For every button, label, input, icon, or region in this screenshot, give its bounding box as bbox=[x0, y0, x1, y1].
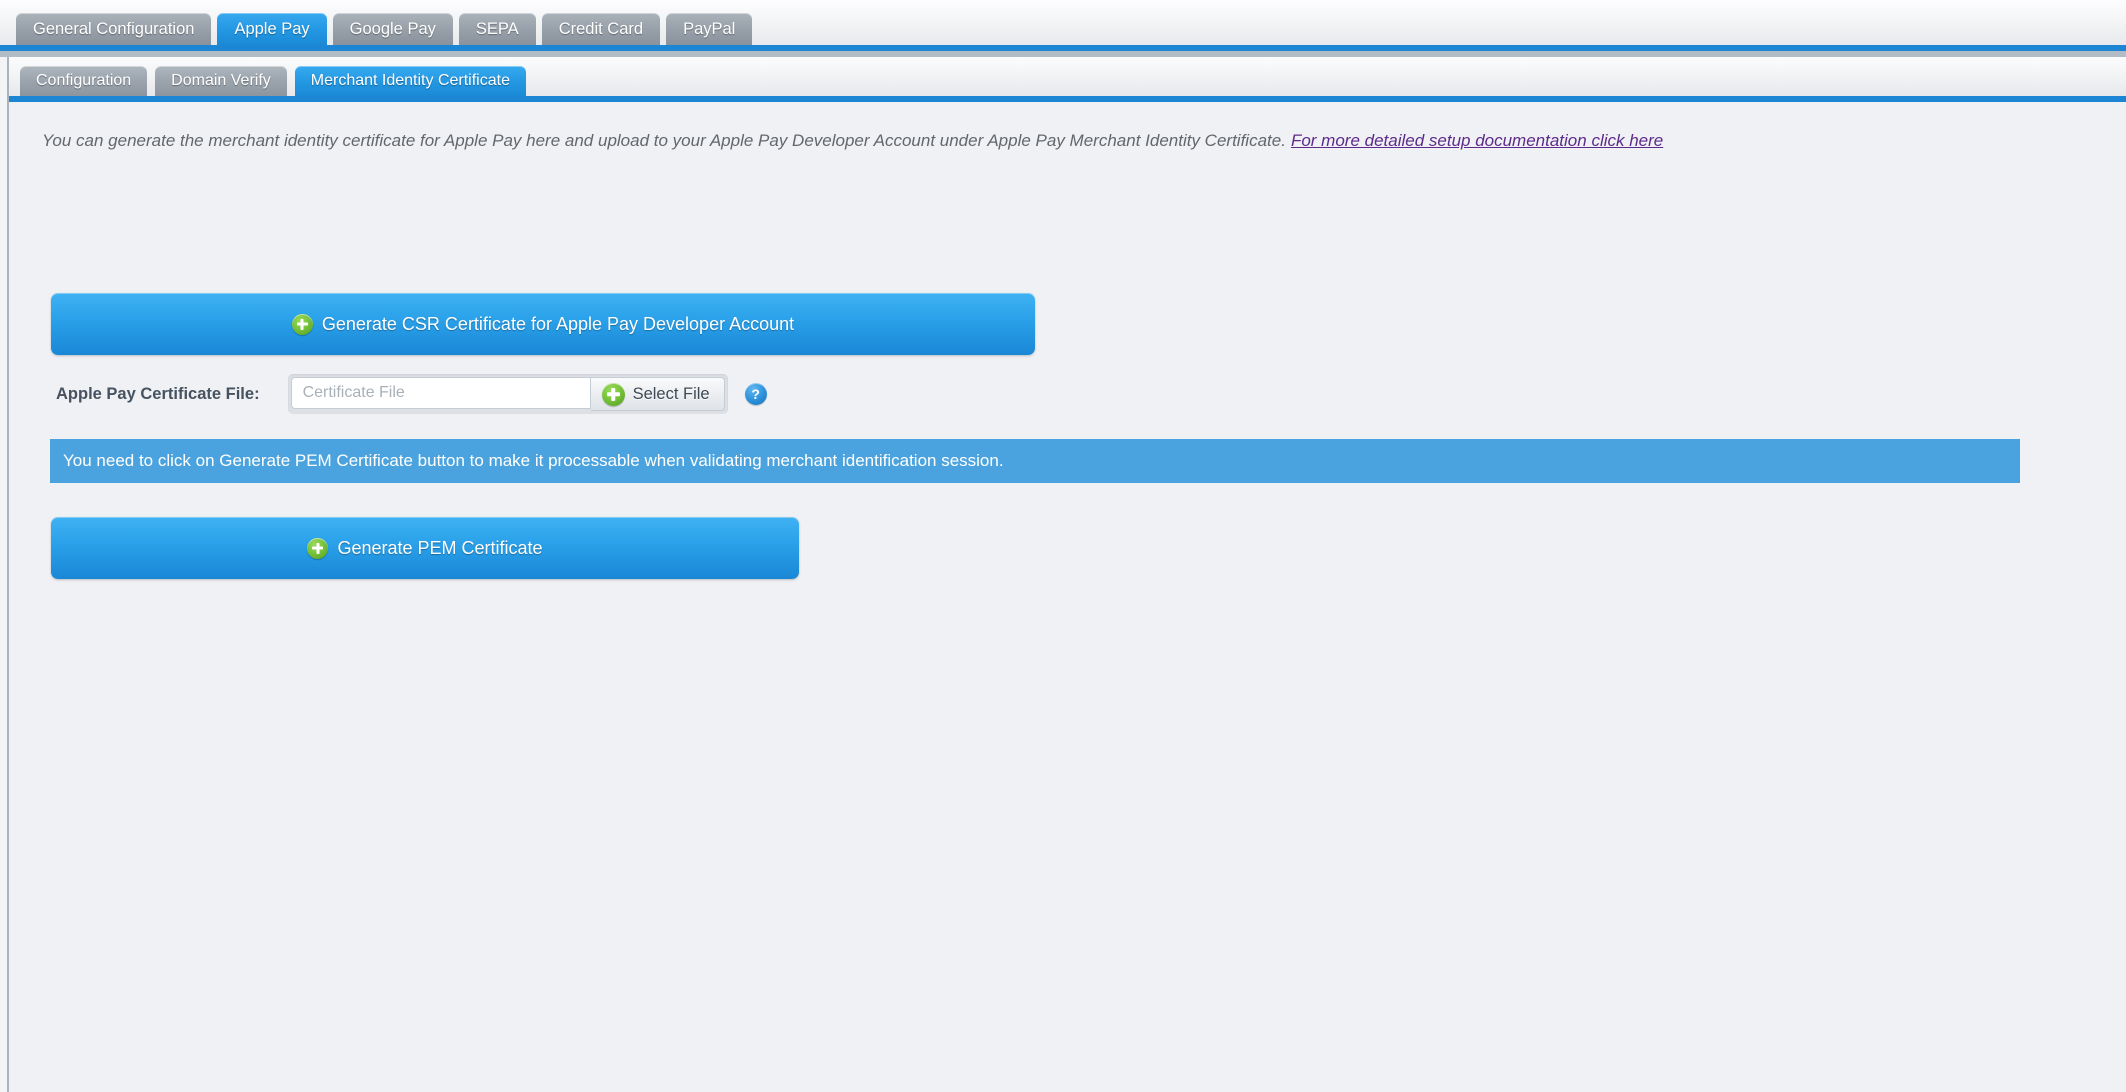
file-input-group: Select File bbox=[287, 374, 728, 414]
content-pane: You can generate the merchant identity c… bbox=[9, 103, 2126, 1092]
help-icon[interactable]: ? bbox=[744, 383, 767, 405]
application-frame: General Configuration Apple Pay Google P… bbox=[0, 0, 2126, 1092]
secondary-tab-list: Configuration Domain Verify Merchant Ide… bbox=[20, 66, 526, 96]
tab-google-pay[interactable]: Google Pay bbox=[332, 13, 453, 45]
tab-general-configuration[interactable]: General Configuration bbox=[16, 13, 212, 45]
tab-label: Configuration bbox=[36, 72, 132, 89]
description-text: You can generate the merchant identity c… bbox=[42, 131, 1663, 151]
generate-pem-certificate-button[interactable]: Generate PEM Certificate bbox=[51, 517, 799, 579]
tab-configuration[interactable]: Configuration bbox=[20, 66, 148, 96]
generate-csr-certificate-button[interactable]: Generate CSR Certificate for Apple Pay D… bbox=[51, 293, 1035, 355]
certificate-file-input[interactable] bbox=[290, 377, 591, 409]
tab-credit-card[interactable]: Credit Card bbox=[541, 13, 661, 45]
tab-label: Google Pay bbox=[349, 20, 436, 38]
tab-label: Domain Verify bbox=[171, 72, 271, 89]
tab-label: PayPal bbox=[683, 20, 736, 38]
plus-icon bbox=[601, 382, 625, 406]
button-label: Generate PEM Certificate bbox=[337, 537, 543, 558]
tab-merchant-identity-certificate[interactable]: Merchant Identity Certificate bbox=[294, 66, 526, 96]
tab-label: General Configuration bbox=[33, 20, 195, 38]
plus-icon bbox=[307, 537, 329, 559]
tab-sepa[interactable]: SEPA bbox=[458, 13, 536, 45]
tab-label: Credit Card bbox=[558, 20, 644, 38]
left-gutter bbox=[0, 0, 9, 1092]
info-banner-text: You need to click on Generate PEM Certif… bbox=[63, 451, 1004, 470]
tab-paypal[interactable]: PayPal bbox=[666, 13, 753, 45]
button-label: Generate CSR Certificate for Apple Pay D… bbox=[321, 313, 795, 334]
plus-icon bbox=[291, 313, 313, 335]
documentation-link[interactable]: For more detailed setup documentation cl… bbox=[1291, 131, 1663, 150]
certificate-file-label: Apple Pay Certificate File: bbox=[56, 384, 260, 403]
tab-label: Merchant Identity Certificate bbox=[310, 72, 510, 89]
primary-tab-list: General Configuration Apple Pay Google P… bbox=[16, 13, 753, 45]
tab-label: SEPA bbox=[475, 20, 519, 38]
button-label: Select File bbox=[632, 384, 710, 403]
primary-tab-bar: General Configuration Apple Pay Google P… bbox=[0, 0, 2126, 51]
tab-label: Apple Pay bbox=[234, 20, 310, 38]
info-banner: You need to click on Generate PEM Certif… bbox=[50, 439, 2020, 483]
certificate-file-row: Apple Pay Certificate File: Select File … bbox=[56, 373, 767, 415]
select-file-button[interactable]: Select File bbox=[590, 377, 725, 411]
secondary-tab-bar: Configuration Domain Verify Merchant Ide… bbox=[9, 57, 2126, 102]
description-sentence: You can generate the merchant identity c… bbox=[42, 131, 1286, 150]
tab-apple-pay[interactable]: Apple Pay bbox=[217, 13, 327, 45]
tab-domain-verify[interactable]: Domain Verify bbox=[155, 66, 287, 96]
